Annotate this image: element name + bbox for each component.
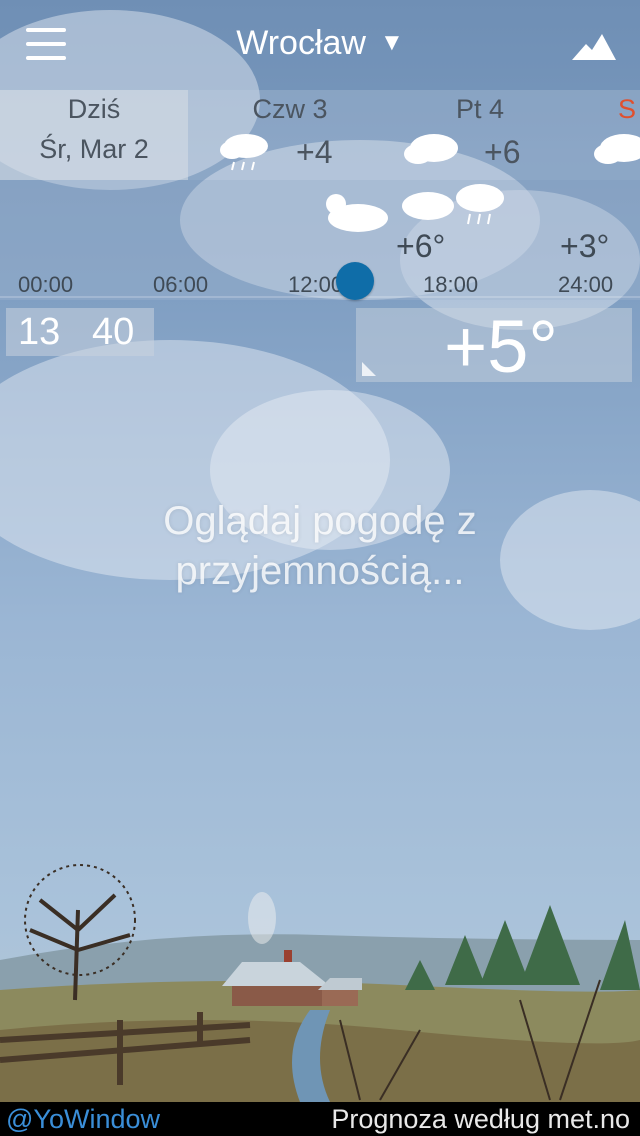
rain-cloud-icon	[220, 134, 268, 171]
hourly-forecast-strip: +6° +3° 00:00 06:00 12:00 18:00 24:00	[0, 180, 640, 300]
day-friday[interactable]: Pt 4 +6	[400, 90, 560, 180]
yowindow-link[interactable]: @YoWindow	[6, 1104, 160, 1135]
tagline: Oglądaj pogodę z przyjemnością...	[0, 496, 640, 596]
hour-label: 00:00	[18, 272, 74, 297]
landscape-icon[interactable]	[572, 30, 616, 62]
current-temperature: +5°	[444, 305, 558, 388]
time-slider-handle[interactable]	[336, 262, 374, 300]
tagline-line2: przyjemnością...	[175, 549, 465, 593]
forecast-source-link[interactable]: Prognoza według met.no	[331, 1104, 630, 1135]
hour-label: 24:00	[558, 272, 614, 297]
day-thursday[interactable]: Czw 3 +4	[210, 90, 370, 180]
expand-corner-icon	[362, 362, 376, 376]
time-minute: 40	[92, 311, 135, 353]
cloud-icon	[404, 134, 458, 164]
day-name: Pt 4	[455, 94, 505, 124]
day-temp: +6	[484, 134, 521, 170]
hour-label: 18:00	[423, 272, 479, 297]
day-date: Śr, Mar 2	[39, 134, 149, 164]
footer-bar: @YoWindow Prognoza według met.no	[0, 1102, 640, 1136]
hourly-temp: +3°	[560, 228, 610, 264]
day-name: S	[618, 94, 637, 124]
city-name: Wrocław	[236, 24, 366, 62]
day-temp: +4	[296, 134, 333, 170]
rain-cloud-icon	[456, 184, 504, 225]
cloud-icon	[594, 134, 640, 164]
day-name: Czw 3	[252, 94, 328, 124]
partly-cloudy-icon	[326, 194, 388, 232]
current-temperature-panel[interactable]: +5°	[356, 305, 632, 388]
cloud-icon	[402, 192, 454, 220]
day-today[interactable]: Dziś Śr, Mar 2	[0, 90, 188, 180]
chevron-down-icon: ▼	[379, 29, 404, 56]
hourly-temp: +6°	[396, 228, 446, 264]
time-hour: 13	[18, 311, 61, 353]
daily-forecast-strip: Dziś Śr, Mar 2 Czw 3 +4 Pt 4 +6 S	[0, 90, 640, 180]
location-selector[interactable]: Wrocław ▼	[0, 24, 640, 63]
timeline-track[interactable]	[0, 296, 640, 298]
tagline-line1: Oglądaj pogodę z	[163, 499, 477, 543]
hour-label: 06:00	[153, 272, 209, 297]
day-saturday[interactable]: S	[590, 90, 640, 180]
hour-label: 12:00	[288, 272, 344, 297]
day-name: Dziś	[67, 94, 121, 124]
top-bar: Wrocław ▼	[0, 0, 640, 90]
current-time[interactable]: 13 40	[6, 308, 154, 356]
